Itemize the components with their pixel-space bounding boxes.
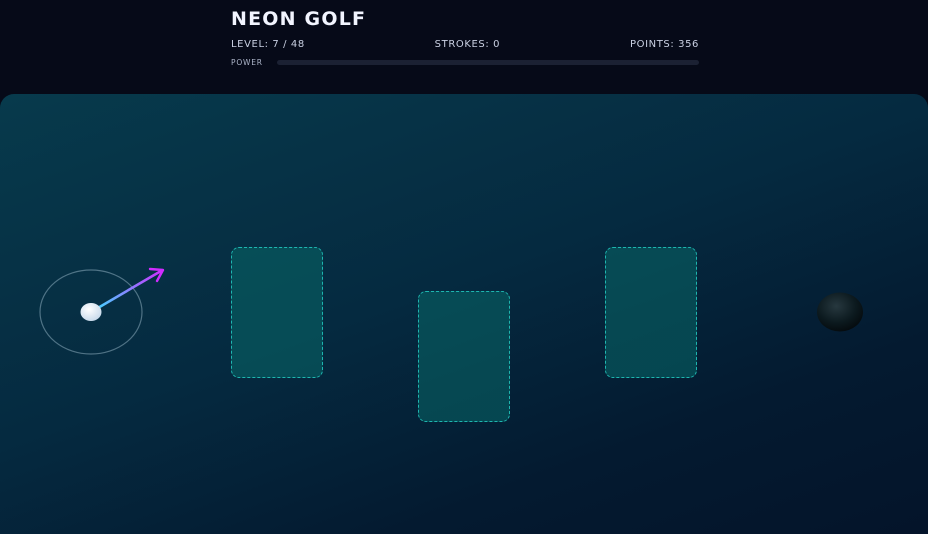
- strokes-counter: STROKES: 0: [434, 39, 501, 50]
- golf-hole: [817, 292, 863, 332]
- power-meter: POWER: [231, 56, 699, 68]
- aim-arrow[interactable]: [89, 267, 165, 314]
- stats-bar: LEVEL: 7 / 48 STROKES: 0 POINTS: 356: [231, 39, 699, 50]
- hud: NEON GOLF LEVEL: 7 / 48 STROKES: 0 POINT…: [231, 0, 699, 94]
- golf-course[interactable]: [0, 94, 928, 534]
- power-label: POWER: [231, 57, 263, 67]
- level-indicator: LEVEL: 7 / 48: [231, 39, 305, 50]
- power-track: [277, 59, 699, 65]
- course-overlay: [39, 267, 863, 355]
- points-counter: POINTS: 356: [629, 39, 699, 50]
- game-title: NEON GOLF: [231, 8, 367, 30]
- golf-ball[interactable]: [80, 303, 102, 321]
